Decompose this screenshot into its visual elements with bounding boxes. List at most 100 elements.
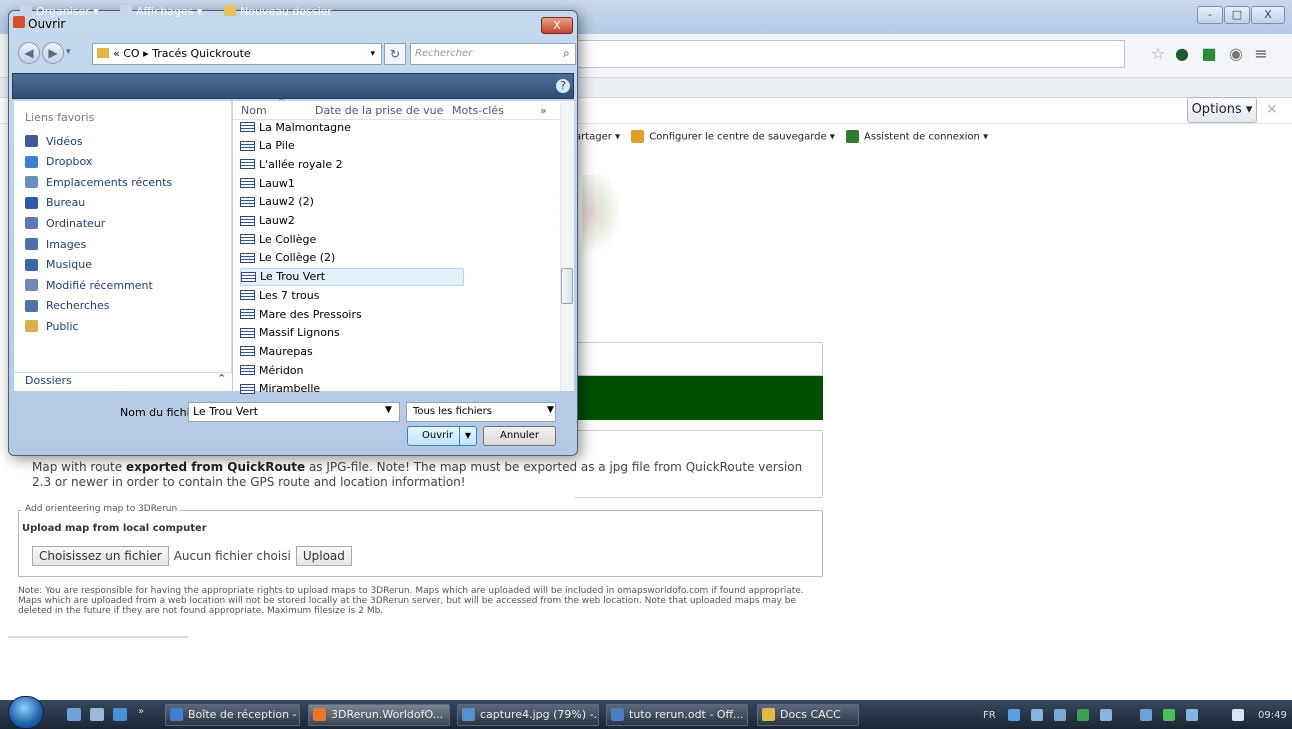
breadcrumb-item-traces[interactable]: Tracés Quickroute (152, 47, 251, 60)
tray-play-icon[interactable] (1077, 709, 1089, 721)
addon-share-label[interactable]: artager (575, 132, 612, 143)
file-icon (240, 252, 255, 263)
backup-icon (631, 130, 645, 143)
page-header-box (575, 342, 823, 376)
tray-security-icon[interactable] (1163, 709, 1175, 721)
eye-icon[interactable]: ◉ (1226, 44, 1246, 64)
tray-media-icon[interactable] (1054, 709, 1066, 721)
file-row[interactable]: Le Collège (240, 230, 464, 248)
file-icon (240, 383, 255, 394)
taskbar-button[interactable]: Docs CACC (757, 704, 859, 726)
tray-network-icon[interactable] (1008, 709, 1020, 721)
taskbar-button[interactable]: 3DRerun.WorldofO... (308, 704, 450, 726)
sidebar-item[interactable]: Bureau (25, 194, 85, 212)
ie-quicklaunch-icon[interactable] (113, 708, 127, 721)
addon-bar: artager ▾ Configurer le centre de sauveg… (575, 130, 989, 143)
task-app-icon (313, 708, 326, 721)
clock[interactable]: 09:49 (1258, 710, 1287, 721)
file-row[interactable]: Mare des Pressoirs (240, 305, 464, 323)
col-keywords[interactable]: Mots-clés (452, 104, 504, 117)
file-row[interactable]: Mirambelle (240, 380, 464, 398)
tray-arrow-icon[interactable] (1140, 709, 1152, 721)
file-row[interactable]: Lauw2 (2) (240, 193, 464, 211)
taskbar-button[interactable]: capture4.jpg (79%) -... (457, 704, 599, 726)
addon-backup-label[interactable]: Configurer le centre de sauvegarde (649, 132, 826, 143)
sidebar-item[interactable]: Images (25, 235, 86, 253)
col-date[interactable]: Date de la prise de vue (315, 104, 443, 117)
menu-icon[interactable]: ≡ (1251, 44, 1271, 64)
file-row[interactable]: La Malmontagne (240, 118, 464, 136)
refresh-button[interactable]: ↻ (384, 43, 406, 65)
tray-speaker-icon[interactable] (1186, 709, 1198, 721)
cancel-button[interactable]: Annuler (483, 426, 556, 446)
tray-app-icon[interactable] (1031, 709, 1043, 721)
file-row[interactable]: Lauw1 (240, 174, 464, 192)
filename-input[interactable]: Le Trou Vert (188, 402, 400, 422)
folders-toggle[interactable]: Dossiers (14, 372, 232, 390)
tray-network-status-icon[interactable] (1232, 709, 1244, 721)
sidebar-item[interactable]: Dropbox (25, 153, 92, 171)
help-icon[interactable]: ? (556, 79, 570, 93)
filename-dropdown-icon[interactable]: ▼ (385, 405, 392, 415)
maximize-button[interactable]: □ (1224, 6, 1250, 24)
file-row[interactable]: Le Trou Vert (240, 267, 464, 286)
sidebar-item-label: Recherches (46, 299, 110, 313)
file-list-scrollbar[interactable] (560, 102, 574, 391)
scroll-thumb[interactable] (561, 268, 573, 304)
minimize-button[interactable]: - (1197, 6, 1223, 24)
chevron-up-icon[interactable]: ⌃ (217, 372, 226, 385)
choose-file-button[interactable]: Choisissez un fichier (32, 546, 169, 566)
organize-button[interactable]: Organiser ▾ (20, 5, 99, 18)
file-icon (240, 365, 255, 376)
star-icon[interactable]: ☆ (1148, 44, 1168, 64)
col-name[interactable]: Nom (241, 104, 267, 117)
file-row[interactable]: Massif Lignons (240, 324, 464, 342)
tray-volume-icon[interactable] (1100, 709, 1112, 721)
addon-connection-label[interactable]: Assistent de connexion (864, 132, 980, 143)
sidebar-item[interactable]: Emplacements récents (25, 173, 172, 191)
options-button[interactable]: Options ▾ (1187, 97, 1257, 123)
file-icon (240, 309, 255, 319)
file-row[interactable]: Lauw2 (240, 212, 464, 230)
file-row[interactable]: Les 7 trous (240, 286, 464, 304)
show-desktop-icon[interactable] (67, 708, 81, 721)
back-button[interactable]: ◀ (18, 42, 40, 64)
sidebar-item[interactable]: Ordinateur (25, 214, 105, 232)
new-folder-button[interactable]: Nouveau dossier (224, 5, 332, 18)
file-row[interactable]: Méridon (240, 361, 464, 379)
forward-button[interactable]: ▶ (42, 42, 64, 64)
close-window-button[interactable]: X (1251, 6, 1285, 24)
file-row[interactable]: La Pile (240, 137, 464, 155)
taskbar-button[interactable]: tuto rerun.odt - Off... (606, 704, 748, 726)
language-indicator[interactable]: FR (983, 710, 996, 721)
breadcrumb-item-co[interactable]: CO (123, 47, 139, 60)
filetype-select[interactable]: Tous les fichiers (406, 402, 556, 422)
sidebar-item[interactable]: Public (25, 317, 79, 335)
extension-icon[interactable]: ■ (1199, 44, 1219, 64)
sidebar-item[interactable]: Vidéos (25, 132, 83, 150)
file-row[interactable]: Le Collège (2) (240, 249, 464, 267)
open-options-icon[interactable]: ▼ (459, 427, 476, 445)
globe-icon[interactable]: ● (1172, 44, 1192, 64)
upload-button[interactable]: Upload (295, 546, 352, 566)
more-columns-icon[interactable]: » (540, 104, 547, 117)
quicklaunch-more-icon[interactable]: » (138, 706, 144, 717)
search-input[interactable]: Rechercher (410, 43, 576, 65)
switch-windows-icon[interactable] (90, 708, 104, 721)
sidebar-item[interactable]: Modifié récemment (25, 276, 153, 294)
dialog-close-button[interactable]: X (541, 17, 573, 34)
sidebar-item[interactable]: Recherches (25, 297, 110, 315)
address-bar[interactable] (575, 40, 1125, 68)
search-icon[interactable]: ⌕ (563, 46, 570, 61)
start-button[interactable] (8, 696, 44, 729)
breadcrumb[interactable]: « CO ▸ Tracés Quickroute ▾ (92, 43, 382, 65)
filetype-dropdown-icon[interactable]: ▼ (547, 405, 554, 415)
sidebar-item[interactable]: Musique (25, 256, 92, 274)
options-close-icon[interactable]: × (1266, 101, 1278, 117)
recent-pages-icon[interactable]: ▾ (66, 47, 71, 57)
file-row[interactable]: Maurepas (240, 342, 464, 360)
task-app-icon (611, 708, 624, 721)
views-button[interactable]: Affichages ▾ (120, 5, 202, 18)
file-row[interactable]: L'allée royale 2 (240, 155, 464, 173)
taskbar-button[interactable]: Boîte de réception - ... (165, 704, 300, 726)
